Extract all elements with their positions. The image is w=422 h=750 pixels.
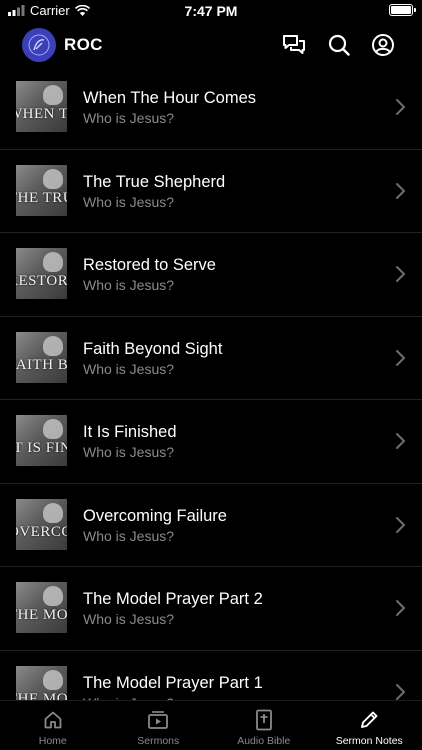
church-logo[interactable] (22, 28, 56, 62)
chevron-right-icon (396, 433, 405, 449)
sermon-title: Overcoming Failure (83, 506, 227, 525)
status-bar: Carrier 7:47 PM (0, 0, 422, 24)
thumbnail-caption: FAITH BEYOND SIGHT (16, 356, 67, 373)
search-icon (328, 34, 350, 56)
sermon-row[interactable]: IT IS FINISHED It Is Finished Who is Jesus… (0, 400, 422, 484)
sermon-thumbnail: THE MODEL PRAYER (16, 665, 67, 701)
sermon-row[interactable]: THE MODEL PRAYER The Model Prayer Part 2 W… (0, 567, 422, 651)
thumbnail-caption: THE MODEL PRAYER (16, 690, 67, 701)
chevron-right-icon (396, 182, 405, 199)
lamb-image (43, 168, 63, 189)
sermon-thumbnail: THE TRUE SHEPHERD (16, 164, 67, 216)
tab-audio-bible[interactable]: Audio Bible (211, 701, 317, 750)
sermon-title: It Is Finished (83, 423, 177, 441)
logo-mark-icon (28, 34, 50, 56)
app-title: ROC (64, 35, 103, 54)
video-icon (147, 709, 169, 731)
sermon-row[interactable]: WHEN THE HOUR COMES When The Hour Comes Wh… (0, 66, 422, 150)
lamb-image (43, 669, 63, 690)
lamb-image (43, 586, 63, 606)
sermon-series: Who is Jesus? (83, 360, 175, 377)
chevron-right-icon (396, 266, 405, 282)
sermon-row[interactable]: OVERCOMING FAILURE Overcoming Failure Who … (0, 484, 422, 567)
tab-sermons[interactable]: Sermons (106, 701, 212, 750)
sermon-list[interactable]: WHEN THE HOUR COMES When The Hour Comes Wh… (0, 66, 422, 700)
sermon-title: The Model Prayer Part 1 (83, 673, 263, 692)
chevron-right-icon (396, 349, 405, 366)
sermon-row[interactable]: THE MODEL PRAYERThe Model Prayer Part 1W… (0, 651, 422, 701)
tab-sermon-notes[interactable]: Sermon Notes (317, 701, 422, 750)
bible-icon (253, 709, 275, 731)
sermon-title: Faith Beyond Sight (83, 339, 223, 358)
lamb-image (43, 502, 63, 523)
status-time: 7:47 PM (184, 3, 238, 19)
sermon-row[interactable]: RESTORED TO SERVE Restored to Serve Who is… (0, 233, 422, 317)
tab-label: Audio Bible (237, 735, 291, 747)
sermon-thumbnail: WHEN THE HOUR COMES (16, 81, 67, 132)
sermon-thumbnail: OVERCOMING FAILURE (16, 498, 67, 550)
thumbnail-caption: RESTORED TO SERVE (16, 273, 67, 289)
chevron-right-icon (396, 600, 405, 616)
battery-icon (389, 4, 416, 16)
sermon-title: The True Shepherd (83, 172, 226, 191)
profile-button[interactable] (369, 31, 397, 59)
sermon-series: Who is Jesus? (83, 193, 175, 210)
sermon-series: Who is Jesus? (83, 110, 175, 126)
sermon-thumbnail: FAITH BEYOND SIGHT (16, 331, 67, 383)
thumbnail-caption: THE TRUE SHEPHERD (16, 189, 67, 206)
user-circle-icon (372, 34, 394, 56)
thumbnail-caption: WHEN THE HOUR COMES (16, 106, 67, 122)
chevron-right-icon (396, 99, 405, 115)
sermon-title: When The Hour Comes (83, 89, 257, 107)
app-header: ROC (0, 24, 422, 66)
sermon-title: Restored to Serve (83, 256, 216, 274)
pencil-icon (358, 709, 380, 731)
sermon-thumbnail: IT IS FINISHED (16, 415, 67, 466)
sermon-thumbnail: THE MODEL PRAYER (16, 582, 67, 633)
tab-home[interactable]: Home (0, 701, 106, 750)
home-icon (42, 709, 64, 731)
lamb-image (43, 419, 63, 439)
chevron-right-icon (396, 683, 405, 700)
sermon-series: Who is Jesus? (83, 277, 175, 293)
app-screen: Carrier 7:47 PM ROC HEN T When The Hour … (0, 0, 422, 750)
tab-label: Home (38, 735, 67, 747)
sermon-series: Who is Jesus? (83, 611, 175, 627)
tab-label: Sermons (137, 735, 180, 747)
tab-bar: Home Sermons Audio Bible Sermon Notes (0, 700, 422, 750)
sermon-thumbnail: RESTORED TO SERVE (16, 248, 67, 299)
tab-label: Sermon Notes (335, 735, 403, 747)
lamb-image (43, 85, 63, 105)
sermon-series: Who is Jesus? (83, 444, 175, 460)
search-button[interactable] (325, 31, 353, 59)
sermon-row[interactable]: THE TRUE SHEPHERD The True Shepherd Who is… (0, 150, 422, 233)
lamb-image (43, 335, 63, 356)
sermon-row[interactable]: FAITH BEYOND SIGHT Faith Beyond Sight Who … (0, 317, 422, 400)
sermon-title: The Model Prayer Part 2 (83, 590, 263, 608)
thumbnail-caption: IT IS FINISHED (16, 440, 67, 456)
thumbnail-caption: OVERCOMING FAILURE (16, 523, 67, 540)
sermon-series: Who is Jesus? (83, 527, 175, 544)
thumbnail-caption: THE MODEL PRAYER (16, 607, 67, 623)
chevron-right-icon (396, 516, 405, 533)
chat-icon (283, 35, 305, 54)
chat-button[interactable] (280, 31, 308, 59)
lamb-image (43, 252, 63, 272)
